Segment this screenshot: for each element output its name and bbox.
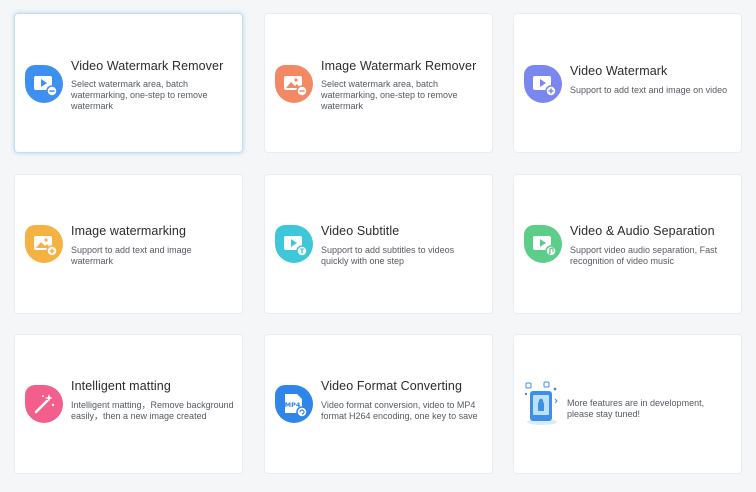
feature-title: Image watermarking (71, 224, 187, 238)
feature-title: Video & Audio Separation (570, 224, 715, 238)
feature-title: Video Watermark (570, 64, 668, 78)
feature-card-video-audio-separation[interactable]: Video & Audio Separation Support video a… (513, 174, 742, 314)
more-features-card: More features are in development, please… (513, 334, 742, 474)
feature-card-video-format-converting[interactable]: MP4 Video Format Converting Video format… (264, 334, 493, 474)
more-features-text: More features are in development, please… (567, 398, 705, 419)
feature-description: Support to add text and image watermark (71, 245, 192, 266)
feature-description: Video format conversion, video to MP4 fo… (321, 400, 478, 421)
magic-wand-icon (25, 385, 63, 423)
mp4-convert-icon: MP4 (275, 385, 313, 423)
feature-description: Support to add text and image on video (570, 85, 728, 95)
feature-description: Intelligent matting，Remove background ea… (71, 400, 234, 421)
feature-card-image-watermark-remover[interactable]: Image Watermark Remover Select watermark… (264, 13, 493, 153)
feature-description: Select watermark area, batch watermarkin… (71, 79, 208, 111)
video-subtitle-icon: T (275, 225, 313, 263)
audio-separation-icon (524, 225, 562, 263)
feature-card-video-subtitle[interactable]: T Video Subtitle Support to add subtitle… (264, 174, 493, 314)
video-add-icon (524, 65, 562, 103)
feature-title: Image Watermark Remover (321, 59, 477, 73)
feature-description: Support to add subtitles to videos quick… (321, 245, 455, 266)
development-phone-icon (522, 381, 562, 432)
feature-card-video-watermark-remover[interactable]: Video Watermark Remover Select watermark… (14, 13, 243, 153)
feature-description: Support video audio separation, Fast rec… (570, 245, 718, 266)
feature-title: Video Subtitle (321, 224, 400, 238)
feature-description: Select watermark area, batch watermarkin… (321, 79, 458, 111)
feature-card-intelligent-matting[interactable]: Intelligent matting Intelligent matting，… (14, 334, 243, 474)
image-remove-icon (275, 65, 313, 103)
feature-title: Video Watermark Remover (71, 59, 224, 73)
feature-card-image-watermarking[interactable]: Image watermarking Support to add text a… (14, 174, 243, 314)
feature-title: Intelligent matting (71, 379, 171, 393)
svg-text:T: T (300, 248, 305, 256)
feature-card-video-watermark[interactable]: Video Watermark Support to add text and … (513, 13, 742, 153)
feature-title: Video Format Converting (321, 379, 463, 393)
video-remove-icon (25, 65, 63, 103)
image-add-icon (25, 225, 63, 263)
